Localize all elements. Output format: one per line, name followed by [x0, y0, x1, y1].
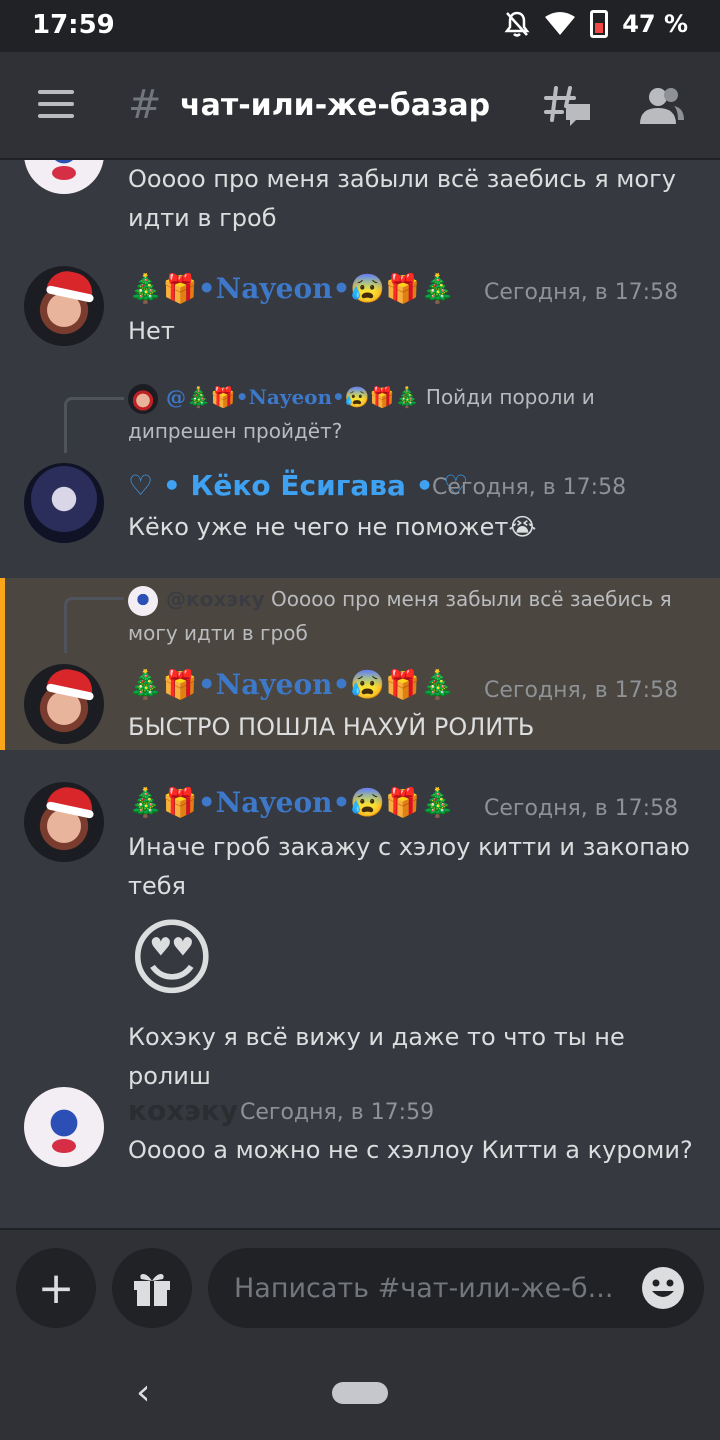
message-text: БЫСТРО ПОШЛА НАХУЙ РОЛИТЬ — [128, 713, 535, 741]
message-text: Кёко уже не чего не поможет😭 — [128, 513, 537, 541]
status-icons: 47 % — [504, 10, 688, 38]
message-text: Ооооо а можно не с хэллоу Китти а куроми… — [128, 1136, 693, 1164]
emoji-icon[interactable] — [640, 1265, 686, 1311]
avatar[interactable] — [24, 266, 104, 346]
avatar[interactable] — [24, 160, 104, 194]
reply-avatar — [128, 585, 158, 616]
timestamp: Сегодня, в 17:58 — [484, 678, 679, 703]
avatar[interactable] — [24, 782, 104, 862]
message-text: Кохэку я всё вижу и даже то что ты не ро… — [128, 1023, 625, 1090]
channel-title[interactable]: чат-или-же-базар — [180, 88, 490, 123]
timestamp: Сегодня, в 17:58 — [432, 475, 627, 500]
username[interactable]: 🎄🎁•Nayeon•😰🎁🎄 — [128, 786, 455, 819]
reply-connector — [64, 397, 124, 453]
timestamp: Сегодня, в 17:59 — [240, 1100, 435, 1125]
gift-button[interactable] — [112, 1248, 192, 1328]
username[interactable]: 🎄🎁•Nayeon•😰🎁🎄 — [128, 668, 455, 701]
message-text: Иначе гроб закажу с хэлоу китти и закопа… — [128, 833, 690, 900]
reply-preview[interactable]: @🎄🎁•Nayeon•😰🎁🎄 Пойди пороли и дипрешен п… — [128, 380, 698, 448]
members-icon[interactable] — [638, 86, 684, 126]
battery-percent: 47 % — [622, 10, 688, 38]
status-bar: 17:59 47 % — [0, 0, 720, 52]
threads-icon[interactable] — [544, 84, 592, 128]
reply-avatar — [128, 383, 158, 414]
wifi-icon — [545, 12, 576, 35]
reply-preview[interactable]: @кохэку Ооооо про меня забыли всё заебис… — [128, 582, 698, 650]
gift-icon — [134, 1274, 170, 1306]
reply-connector — [64, 597, 124, 653]
battery-icon — [590, 10, 609, 38]
message-input[interactable] — [234, 1248, 624, 1328]
message-text: Нет — [128, 317, 175, 345]
username[interactable]: 🎄🎁•Nayeon•😰🎁🎄 — [128, 272, 455, 305]
reply-author: @🎄🎁•Nayeon•😰🎁🎄 — [166, 385, 420, 409]
timestamp: Сегодня, в 17:58 — [484, 280, 679, 305]
username[interactable]: кохэку — [128, 1094, 238, 1127]
home-nav-pill[interactable] — [332, 1382, 388, 1404]
message-composer: + — [0, 1228, 720, 1348]
channel-header: # чат-или-же-базар — [0, 52, 720, 160]
avatar[interactable] — [24, 463, 104, 543]
status-time: 17:59 — [32, 10, 115, 40]
dnd-bell-icon — [504, 11, 530, 37]
avatar[interactable] — [24, 1087, 104, 1167]
username[interactable]: ♡ • Кёко Ёсигава • ♡ — [128, 469, 468, 502]
message-list[interactable]: Ооооо про меня забыли всё заебись я могу… — [0, 160, 720, 1228]
back-nav-button[interactable]: ‹ — [136, 1372, 150, 1413]
menu-icon[interactable] — [38, 90, 74, 118]
add-attachment-button[interactable]: + — [16, 1248, 96, 1328]
message-input-pill — [208, 1248, 704, 1328]
avatar[interactable] — [24, 664, 104, 744]
system-nav-bar: ‹ — [0, 1348, 720, 1440]
heart-eyes-emoji[interactable]: 😍 — [128, 910, 216, 1006]
plus-icon: + — [37, 1262, 75, 1314]
hash-icon: # — [128, 82, 162, 128]
message-text: Ооооо про меня забыли всё заебись я могу… — [128, 165, 676, 232]
timestamp: Сегодня, в 17:58 — [484, 796, 679, 821]
reply-author: @кохэку — [166, 587, 265, 611]
